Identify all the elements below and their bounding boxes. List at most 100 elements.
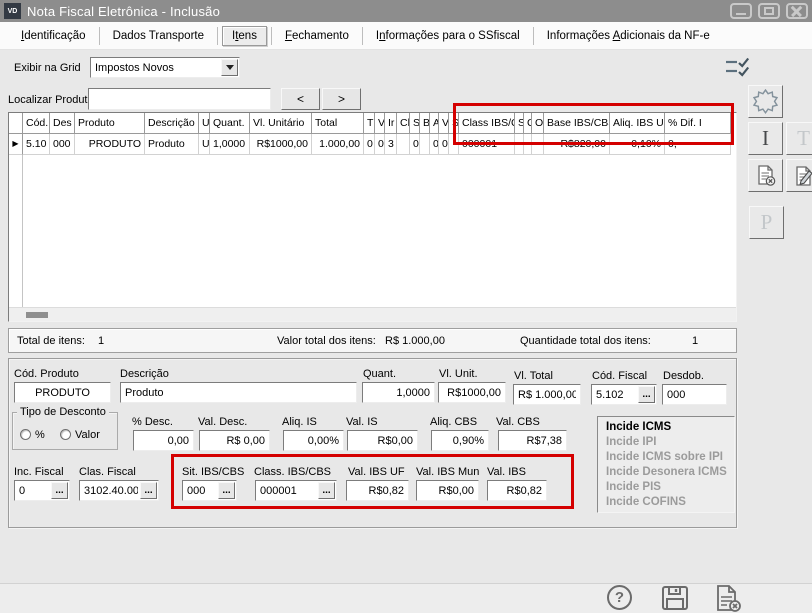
- grid-cell-a[interactable]: 0: [430, 134, 439, 155]
- tab-fechamento[interactable]: Fechamento: [272, 26, 362, 46]
- val-ibs-field[interactable]: R$0,82: [487, 480, 547, 501]
- grid-column-header-v[interactable]: V: [439, 113, 449, 134]
- val-ibs-mun-field[interactable]: R$0,00: [416, 480, 479, 501]
- aliq-is-field[interactable]: 0,00%: [283, 430, 344, 451]
- grid-column-header-total[interactable]: Total: [312, 113, 364, 134]
- grid-cell-s[interactable]: 0: [410, 134, 420, 155]
- grid-column-header-s[interactable]: S: [515, 113, 524, 134]
- edit-item-button[interactable]: [786, 159, 812, 192]
- grid-cell-ir[interactable]: 3: [385, 134, 397, 155]
- desconto-percent-radio[interactable]: %: [20, 429, 45, 441]
- grid-cell-des[interactable]: 000: [50, 134, 75, 155]
- desconto-valor-radio[interactable]: Valor: [60, 429, 100, 441]
- cancel-document-button[interactable]: [709, 584, 745, 612]
- val-desc-field[interactable]: R$ 0,00: [199, 430, 270, 451]
- previous-item-button[interactable]: <: [281, 88, 320, 110]
- grid-cell-quant[interactable]: 1,0000: [210, 134, 250, 155]
- clas-fiscal-field[interactable]: 3102.40.00 ...: [79, 480, 159, 501]
- grid-cell-s[interactable]: [515, 134, 524, 155]
- grid-indicator-header[interactable]: [9, 113, 23, 134]
- dropdown-button[interactable]: [221, 59, 238, 76]
- grid-cell-dif-i[interactable]: 0,: [665, 134, 731, 155]
- grid-cell-total[interactable]: 1.000,00: [312, 134, 364, 155]
- descricao-field[interactable]: Produto: [120, 382, 357, 403]
- desdob-field[interactable]: 000: [662, 384, 727, 405]
- grid-cell-v[interactable]: 0: [375, 134, 385, 155]
- minimize-button[interactable]: [730, 3, 752, 19]
- grid-cell-t[interactable]: 0: [364, 134, 375, 155]
- quant-field[interactable]: 1,0000: [362, 382, 435, 403]
- inc-fiscal-lookup-button[interactable]: ...: [51, 482, 68, 499]
- grid-column-header-quant[interactable]: Quant.: [210, 113, 250, 134]
- grid-column-header-v[interactable]: V: [375, 113, 385, 134]
- grid-column-header-c[interactable]: C: [524, 113, 532, 134]
- scrollbar-thumb[interactable]: [26, 312, 48, 318]
- grid-cell-c[interactable]: [524, 134, 532, 155]
- val-cbs-field[interactable]: R$7,38: [498, 430, 567, 451]
- seal-button[interactable]: [748, 85, 783, 118]
- delete-item-button[interactable]: [748, 159, 783, 192]
- tab-identifica-o[interactable]: Identificação: [8, 26, 99, 46]
- grid-column-header-des[interactable]: Des: [50, 113, 75, 134]
- class-ibs-cbs-field[interactable]: 000001 ...: [255, 480, 337, 501]
- grid-cell-produto[interactable]: PRODUTO: [75, 134, 145, 155]
- val-is-field[interactable]: R$0,00: [347, 430, 418, 451]
- cod-produto-field[interactable]: PRODUTO: [14, 382, 111, 403]
- maximize-button[interactable]: [758, 3, 780, 19]
- tab-dados-transporte[interactable]: Dados Transporte: [100, 26, 217, 46]
- tab-informa-es-adicionais-da-nf-e[interactable]: Informações Adicionais da NF-e: [534, 26, 723, 46]
- sit-ibs-cbs-lookup-button[interactable]: ...: [218, 482, 235, 499]
- grid-column-header-u[interactable]: U: [199, 113, 210, 134]
- grid-config-button[interactable]: [718, 53, 758, 81]
- grid-column-header-aliq-ibs-uf[interactable]: Aliq. IBS UF: [610, 113, 665, 134]
- val-ibs-uf-field[interactable]: R$0,82: [346, 480, 409, 501]
- grid-cell-c-d[interactable]: 5.10: [23, 134, 50, 155]
- current-row-indicator[interactable]: ▶: [9, 134, 23, 155]
- grid-column-header-t[interactable]: T: [364, 113, 375, 134]
- tab-itens[interactable]: Itens: [222, 26, 267, 46]
- localizar-produto-input[interactable]: [88, 88, 271, 110]
- grid-column-header-s[interactable]: S: [410, 113, 420, 134]
- grid-horizontal-scrollbar[interactable]: [9, 307, 736, 321]
- grid-column-header-ir[interactable]: Ir: [385, 113, 397, 134]
- grid-column-header-b[interactable]: B: [420, 113, 430, 134]
- grid-column-header-c-d[interactable]: Cód.: [23, 113, 50, 134]
- grid-column-header-cl[interactable]: Cl: [397, 113, 410, 134]
- help-button[interactable]: ?: [607, 585, 632, 610]
- save-button[interactable]: [658, 584, 692, 612]
- grid-cell-base-ibs-cbs[interactable]: R$820,00: [544, 134, 610, 155]
- class-ibs-cbs-lookup-button[interactable]: ...: [318, 482, 335, 499]
- grid-cell-vl-unit-rio[interactable]: R$1000,00: [250, 134, 312, 155]
- items-grid[interactable]: Cód.DesProdutoDescriçãoUQuant.Vl. Unitár…: [8, 112, 737, 322]
- aliq-cbs-field[interactable]: 0,90%: [431, 430, 489, 451]
- vl-unit-field[interactable]: R$1000,00: [438, 382, 506, 403]
- grid-data-row[interactable]: ▶5.10000PRODUTOProdutoU1,0000R$1000,001.…: [9, 134, 736, 155]
- grid-cell-v[interactable]: 0: [439, 134, 449, 155]
- grid-column-header-class-ibs-cbs[interactable]: Class IBS/CBS: [459, 113, 515, 134]
- grid-column-header-o[interactable]: O: [532, 113, 544, 134]
- tab-informa-es-para-o-ssfiscal[interactable]: Informações para o SSfiscal: [363, 26, 533, 46]
- grid-cell-aliq-ibs-uf[interactable]: 0,10%: [610, 134, 665, 155]
- grid-cell-b[interactable]: [420, 134, 430, 155]
- close-button[interactable]: [786, 3, 808, 19]
- grid-column-header-base-ibs-cbs[interactable]: Base IBS/CBS: [544, 113, 610, 134]
- vl-total-field[interactable]: R$ 1.000,00: [513, 384, 581, 405]
- perc-desc-field[interactable]: 0,00: [133, 430, 194, 451]
- grid-cell-o[interactable]: [532, 134, 544, 155]
- grid-column-header-a[interactable]: A: [430, 113, 439, 134]
- grid-cell-cl[interactable]: [397, 134, 410, 155]
- insert-item-button[interactable]: I: [748, 122, 783, 155]
- grid-column-header-s[interactable]: S: [449, 113, 459, 134]
- grid-column-header-dif-i[interactable]: % Dif. I: [665, 113, 731, 134]
- grid-column-header-descri-o[interactable]: Descrição: [145, 113, 199, 134]
- grid-cell-u[interactable]: U: [199, 134, 210, 155]
- grid-column-header-produto[interactable]: Produto: [75, 113, 145, 134]
- cod-fiscal-lookup-button[interactable]: ...: [638, 386, 655, 403]
- inc-fiscal-field[interactable]: 0 ...: [14, 480, 70, 501]
- grid-column-header-vl-unit-rio[interactable]: Vl. Unitário: [250, 113, 312, 134]
- sit-ibs-cbs-field[interactable]: 000 ...: [182, 480, 237, 501]
- grid-cell-s[interactable]: [449, 134, 459, 155]
- exibir-na-grid-combobox[interactable]: Impostos Novos: [90, 57, 240, 78]
- grid-cell-class-ibs-cbs[interactable]: 000001: [459, 134, 515, 155]
- grid-cell-descri-o[interactable]: Produto: [145, 134, 199, 155]
